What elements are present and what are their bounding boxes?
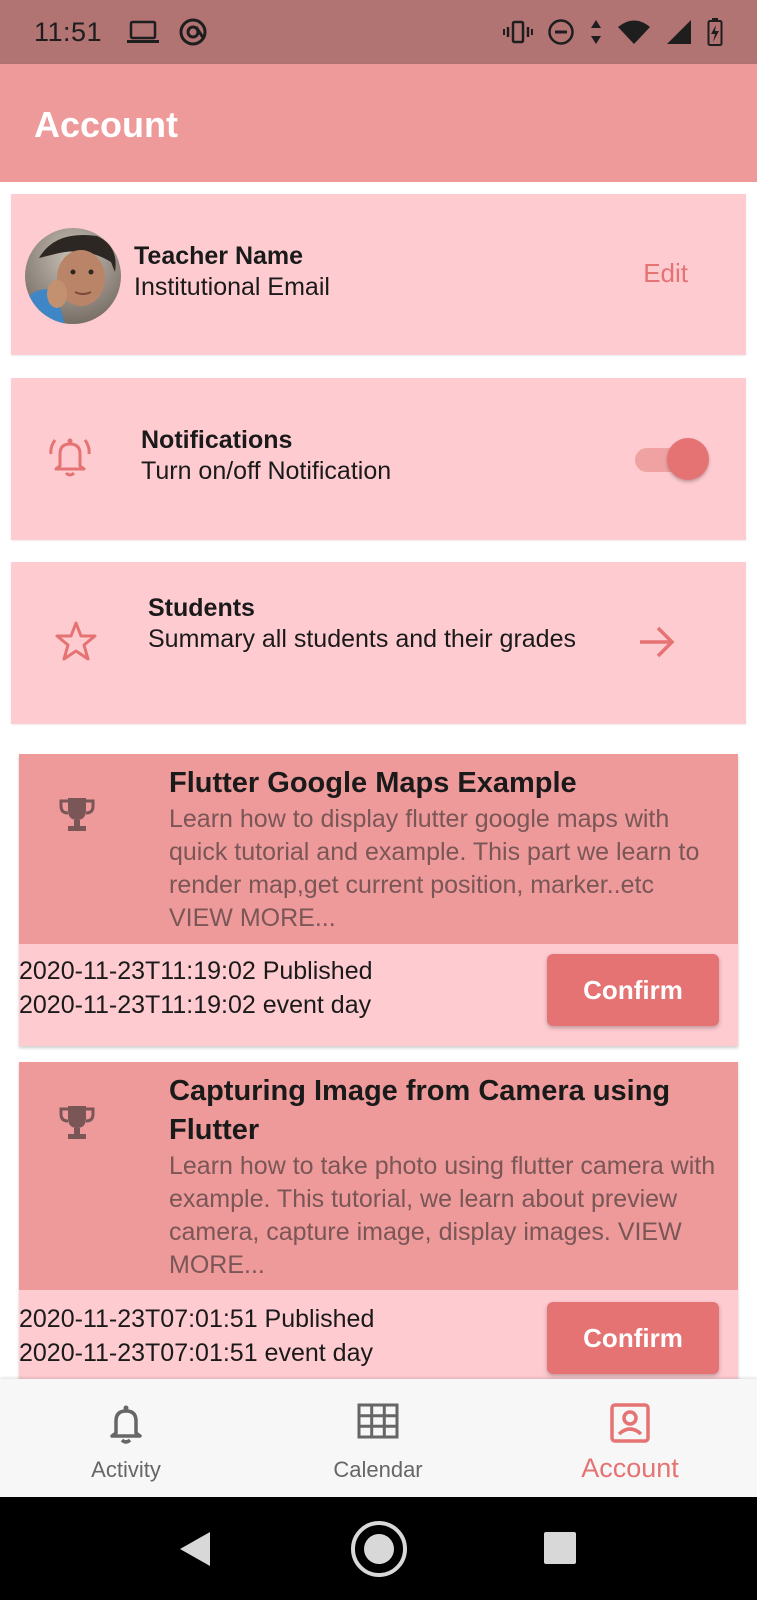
confirm-button[interactable]: Confirm <box>547 1302 719 1374</box>
students-subtitle: Summary all students and their grades <box>148 625 576 653</box>
trophy-icon <box>59 1106 95 1139</box>
bell-icon <box>110 1405 142 1444</box>
event-header: Capturing Image from Camera using Flutte… <box>19 1062 738 1290</box>
nav-label-calendar: Calendar <box>333 1457 423 1482</box>
back-icon[interactable] <box>178 1530 212 1568</box>
event-description: Learn how to display flutter google maps… <box>169 805 700 932</box>
edit-profile-button[interactable]: Edit <box>643 258 688 289</box>
app-bar: Account <box>0 64 757 182</box>
arrow-forward-icon[interactable] <box>637 624 677 660</box>
event-day: 2020-11-23T07:01:51 event day <box>19 1339 373 1367</box>
teacher-name: Teacher Name <box>134 242 304 270</box>
event-card: Capturing Image from Camera using Flutte… <box>19 1062 738 1379</box>
event-published: 2020-11-23T11:19:02 Published <box>19 957 373 985</box>
toggle-thumb <box>667 438 709 480</box>
do-not-disturb-icon <box>548 19 574 45</box>
account-box-icon <box>610 1403 650 1443</box>
nav-item-account[interactable]: Account <box>504 1379 756 1497</box>
students-title: Students <box>148 594 255 622</box>
battery-icon <box>707 18 723 46</box>
notifications-toggle[interactable] <box>635 438 709 482</box>
wifi-icon <box>618 20 650 44</box>
vibrate-icon <box>503 20 533 44</box>
nav-label-activity: Activity <box>91 1457 161 1482</box>
home-icon[interactable] <box>349 1519 409 1579</box>
profile-card: Teacher Name Institutional Email Edit <box>11 194 746 355</box>
teacher-email: Institutional Email <box>134 273 330 301</box>
event-published: 2020-11-23T07:01:51 Published <box>19 1305 375 1333</box>
sync-icon <box>179 18 207 46</box>
event-card: Flutter Google Maps Example Learn how to… <box>19 754 738 1046</box>
laptop-icon <box>127 20 160 43</box>
bottom-navigation: Activity Calendar Account <box>0 1379 757 1497</box>
event-title: Flutter Google Maps Example <box>169 767 577 799</box>
status-bar: 11:51 <box>0 0 757 64</box>
nav-label-account: Account <box>581 1453 679 1483</box>
avatar <box>25 228 121 324</box>
system-navigation-bar <box>0 1497 757 1600</box>
event-header: Flutter Google Maps Example Learn how to… <box>19 754 738 944</box>
notifications-title: Notifications <box>141 426 293 454</box>
nav-item-activity[interactable]: Activity <box>0 1379 252 1497</box>
status-time: 11:51 <box>34 16 103 47</box>
nav-item-calendar[interactable]: Calendar <box>252 1379 504 1497</box>
grid-icon <box>357 1403 399 1439</box>
event-day: 2020-11-23T11:19:02 event day <box>19 991 372 1019</box>
confirm-button[interactable]: Confirm <box>547 954 719 1026</box>
students-card[interactable]: Students Summary all students and their … <box>11 562 746 724</box>
event-description: Learn how to take photo using flutter ca… <box>169 1152 716 1279</box>
notification-bell-icon <box>49 438 91 477</box>
recents-icon[interactable] <box>543 1531 577 1565</box>
signal-icon <box>667 20 691 44</box>
account-content[interactable]: Teacher Name Institutional Email Edit No… <box>0 182 757 1379</box>
notifications-subtitle: Turn on/off Notification <box>141 457 392 485</box>
data-arrows-icon <box>591 20 601 44</box>
star-icon <box>55 621 97 661</box>
trophy-icon <box>59 798 95 831</box>
event-title: Capturing Image from Camera using Flutte… <box>169 1075 671 1146</box>
page-title: Account <box>34 104 178 145</box>
notifications-card: Notifications Turn on/off Notification <box>11 378 746 540</box>
